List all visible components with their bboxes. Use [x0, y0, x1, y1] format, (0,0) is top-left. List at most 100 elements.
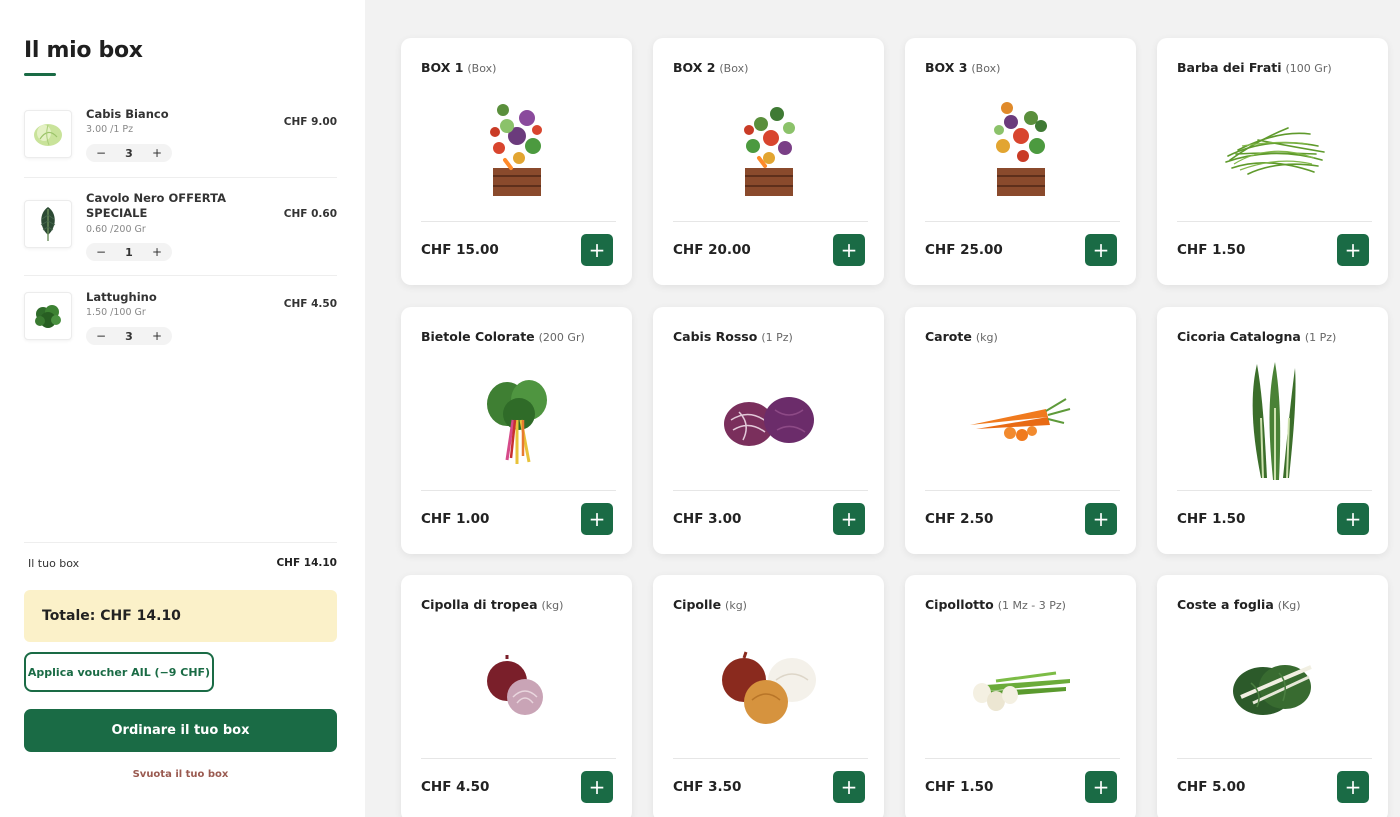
add-to-box-button[interactable]: +	[581, 771, 613, 803]
product-unit: (100 Gr)	[1285, 62, 1332, 75]
quantity-stepper: − 1 +	[86, 243, 172, 261]
agretti-icon	[1157, 86, 1388, 216]
product-title: Cabis Rosso (1 Pz)	[673, 329, 873, 344]
increase-button[interactable]: +	[150, 329, 164, 343]
product-title: BOX 3 (Box)	[925, 60, 1125, 75]
product-price: CHF 1.00	[421, 511, 490, 527]
order-button[interactable]: Ordinare il tuo box	[24, 709, 337, 752]
cart-sidebar: Il mio box Cabis Bianco 3.00 /1 Pz CHF 9…	[0, 0, 365, 817]
product-price: CHF 3.50	[673, 779, 742, 795]
product-name: BOX 1	[421, 60, 464, 75]
product-unit: (kg)	[541, 599, 564, 612]
product-unit: (Box)	[971, 62, 1001, 75]
product-title: BOX 2 (Box)	[673, 60, 873, 75]
product-price: CHF 15.00	[421, 242, 499, 258]
product-card: BOX 2 (Box) CHF 20.00 +	[653, 38, 884, 285]
cart-item-unit: 3.00 /1 Pz	[86, 124, 134, 135]
quantity-value: 3	[125, 146, 133, 160]
product-unit: (Kg)	[1277, 599, 1301, 612]
product-unit: (Box)	[467, 62, 497, 75]
product-unit: (200 Gr)	[538, 331, 585, 344]
add-to-box-button[interactable]: +	[581, 503, 613, 535]
subtotal-value: CHF 14.10	[276, 557, 337, 569]
card-divider	[673, 221, 868, 222]
red-cabbage-icon	[653, 355, 884, 485]
product-name: Cicoria Catalogna	[1177, 329, 1301, 344]
product-name: Cipolla di tropea	[421, 597, 538, 612]
summary-divider	[24, 542, 337, 543]
increase-button[interactable]: +	[150, 146, 164, 160]
decrease-button[interactable]: −	[94, 329, 108, 343]
cart-item: Cavolo Nero OFFERTA SPECIALE 0.60 /200 G…	[24, 178, 337, 276]
lettuce-icon	[24, 292, 72, 340]
decrease-button[interactable]: −	[94, 146, 108, 160]
product-card: Cipolle (kg) CHF 3.50 +	[653, 575, 884, 817]
spring-onion-icon	[905, 623, 1136, 753]
cart-item-price: CHF 0.60	[283, 208, 337, 220]
cart-item-price: CHF 4.50	[283, 298, 337, 310]
product-name: BOX 2	[673, 60, 716, 75]
vegetable-box-icon	[905, 86, 1136, 216]
add-to-box-button[interactable]: +	[581, 234, 613, 266]
cart-title: Il mio box	[24, 38, 143, 63]
decrease-button[interactable]: −	[94, 245, 108, 259]
product-name: Bietole Colorate	[421, 329, 535, 344]
product-price: CHF 4.50	[421, 779, 490, 795]
quantity-value: 3	[125, 329, 133, 343]
product-card: BOX 3 (Box) CHF 25.00 +	[905, 38, 1136, 285]
product-price: CHF 20.00	[673, 242, 751, 258]
chard-icon	[401, 355, 632, 485]
total-box: Totale: CHF 14.10	[24, 590, 337, 642]
cart-item: Cabis Bianco 3.00 /1 Pz CHF 9.00 − 3 +	[24, 102, 337, 178]
product-price: CHF 2.50	[925, 511, 994, 527]
product-name: Carote	[925, 329, 972, 344]
product-title: Cipollotto (1 Mz - 3 Pz)	[925, 597, 1125, 612]
product-card: Barba dei Frati (100 Gr) CHF 1.50 +	[1157, 38, 1388, 285]
cart-item-price: CHF 9.00	[283, 116, 337, 128]
add-to-box-button[interactable]: +	[1337, 234, 1369, 266]
cart-item-name: Lattughino	[86, 290, 157, 304]
product-card: Cipollotto (1 Mz - 3 Pz) CHF 1.50 +	[905, 575, 1136, 817]
add-to-box-button[interactable]: +	[833, 503, 865, 535]
product-price: CHF 25.00	[925, 242, 1003, 258]
add-to-box-button[interactable]: +	[1337, 771, 1369, 803]
product-title: Bietole Colorate (200 Gr)	[421, 329, 621, 344]
product-card: Cabis Rosso (1 Pz) CHF 3.00 +	[653, 307, 884, 554]
card-divider	[1177, 490, 1372, 491]
empty-box-link[interactable]: Svuota il tuo box	[24, 769, 337, 780]
add-to-box-button[interactable]: +	[833, 234, 865, 266]
increase-button[interactable]: +	[150, 245, 164, 259]
product-card: Cipolla di tropea (kg) CHF 4.50 +	[401, 575, 632, 817]
card-divider	[1177, 221, 1372, 222]
product-name: Barba dei Frati	[1177, 60, 1282, 75]
product-unit: (1 Pz)	[1304, 331, 1337, 344]
quantity-value: 1	[125, 245, 133, 259]
product-title: Carote (kg)	[925, 329, 1125, 344]
product-price: CHF 3.00	[673, 511, 742, 527]
black-kale-icon	[24, 200, 72, 248]
add-to-box-button[interactable]: +	[1085, 771, 1117, 803]
product-card: BOX 1 (Box) CHF 15.00 +	[401, 38, 632, 285]
product-price: CHF 1.50	[1177, 242, 1246, 258]
add-to-box-button[interactable]: +	[833, 771, 865, 803]
card-divider	[673, 758, 868, 759]
add-to-box-button[interactable]: +	[1085, 503, 1117, 535]
product-price: CHF 1.50	[1177, 511, 1246, 527]
apply-voucher-button[interactable]: Applica voucher AIL (−9 CHF)	[24, 652, 214, 692]
cart-item-unit: 1.50 /100 Gr	[86, 307, 146, 318]
carrot-icon	[905, 355, 1136, 485]
product-price: CHF 5.00	[1177, 779, 1246, 795]
cart-item-unit: 0.60 /200 Gr	[86, 224, 146, 235]
product-card: Carote (kg) CHF 2.50 +	[905, 307, 1136, 554]
card-divider	[925, 490, 1120, 491]
add-to-box-button[interactable]: +	[1337, 503, 1369, 535]
cart-item-name: Cavolo Nero OFFERTA SPECIALE	[86, 191, 226, 220]
product-unit: (Box)	[719, 62, 749, 75]
card-divider	[1177, 758, 1372, 759]
quantity-stepper: − 3 +	[86, 144, 172, 162]
vegetable-box-icon	[401, 86, 632, 216]
product-card: Cicoria Catalogna (1 Pz) CHF 1.50 +	[1157, 307, 1388, 554]
product-name: Coste a foglia	[1177, 597, 1274, 612]
add-to-box-button[interactable]: +	[1085, 234, 1117, 266]
product-name: Cipolle	[673, 597, 722, 612]
